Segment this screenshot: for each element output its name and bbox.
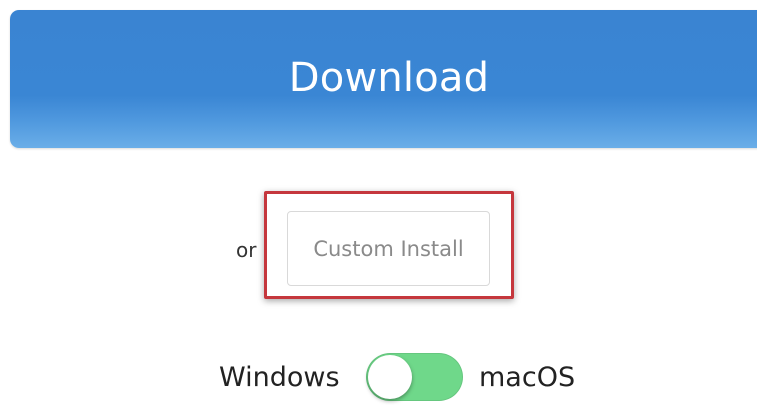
- os-selector: Windows macOS: [0, 350, 757, 405]
- macos-label[interactable]: macOS: [479, 358, 575, 398]
- or-label: or: [236, 238, 257, 262]
- os-toggle-switch[interactable]: [366, 353, 463, 401]
- download-panel: Download or Custom Install Windows macOS: [0, 0, 757, 405]
- windows-label[interactable]: Windows: [219, 358, 340, 398]
- custom-install-button[interactable]: Custom Install: [287, 211, 490, 286]
- download-label: Download: [288, 55, 490, 101]
- toggle-knob[interactable]: [368, 355, 412, 399]
